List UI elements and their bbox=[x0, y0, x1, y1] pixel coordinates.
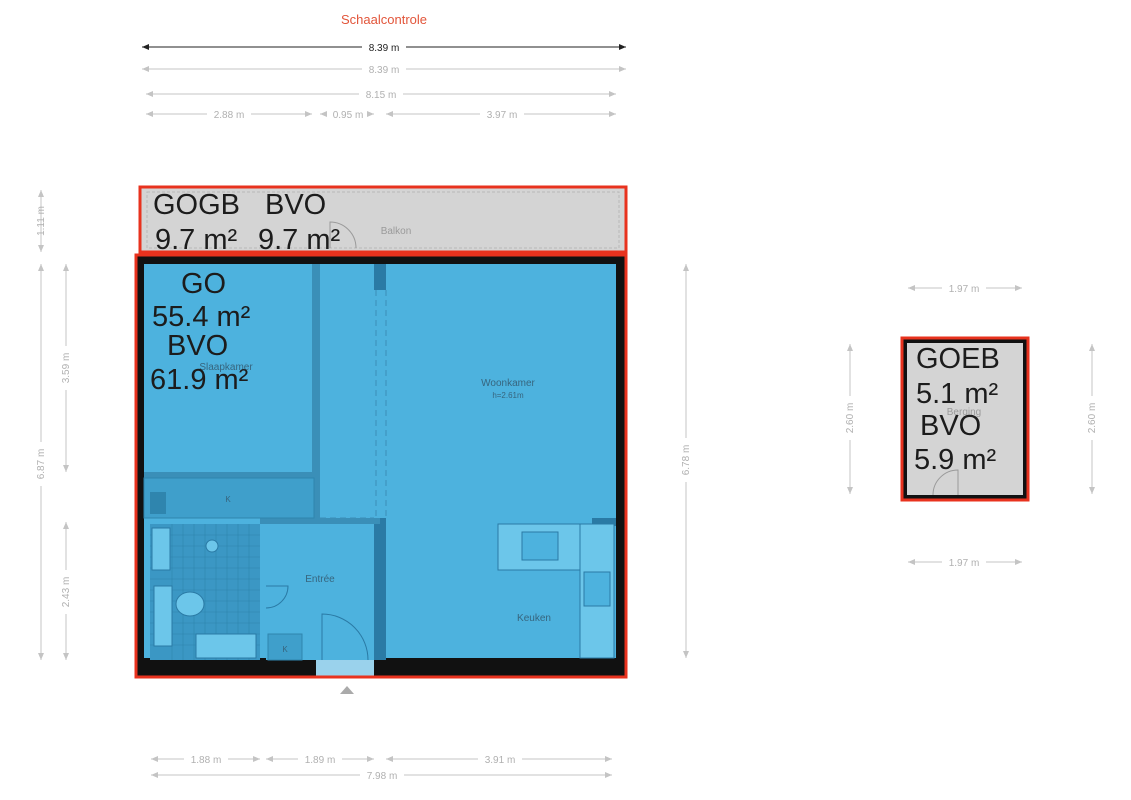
right-dimensions: 6.78 m bbox=[679, 264, 693, 658]
storage-go-value: 5.1 m² bbox=[916, 378, 999, 410]
dim-storage-left: 2.60 m bbox=[845, 403, 856, 434]
room-label-entree: Entrée bbox=[305, 574, 335, 585]
main-bvo-value: 61.9 m² bbox=[150, 364, 249, 396]
dim-top-seg-2: 0.95 m bbox=[333, 110, 364, 121]
main-go-value: 55.4 m² bbox=[152, 301, 251, 333]
room-label-woonkamer: Woonkamer bbox=[481, 378, 535, 389]
dim-top-seg-3: 3.97 m bbox=[487, 110, 518, 121]
left-dimensions: 1.11 m 6.87 m 3.59 m 2.43 m bbox=[34, 190, 73, 660]
balcony-go-value: 9.7 m² bbox=[155, 224, 238, 256]
dim-top-second: 8.39 m bbox=[369, 65, 400, 76]
main-bvo-label: BVO bbox=[167, 330, 229, 362]
balcony-bvo-value: 9.7 m² bbox=[258, 224, 341, 256]
dim-top-third: 8.15 m bbox=[366, 90, 397, 101]
balcony-go-label: GOGB bbox=[153, 189, 241, 221]
dim-top-main: 8.39 m bbox=[369, 43, 400, 54]
dim-top-seg-1: 2.88 m bbox=[214, 110, 245, 121]
dim-right-total: 6.78 m bbox=[681, 445, 692, 476]
bottom-dimensions: 1.88 m 1.89 m 3.91 m 7.98 m bbox=[151, 753, 612, 782]
balcony-bvo-label: BVO bbox=[265, 189, 327, 221]
top-dimensions: 8.39 m 8.39 m 8.15 m 2.88 m 0.95 m 3.97 … bbox=[142, 41, 626, 121]
main-go-label: GO bbox=[181, 268, 227, 300]
room-label-kast-2: K bbox=[282, 645, 288, 654]
dim-left-balcony: 1.11 m bbox=[36, 206, 47, 236]
room-label-keuken: Keuken bbox=[517, 613, 551, 624]
dim-storage-top: 1.97 m bbox=[949, 284, 980, 295]
room-label-kast-1: K bbox=[225, 495, 231, 504]
room-height-woonkamer: h=2.61m bbox=[492, 391, 524, 400]
dim-bottom-seg-2: 1.89 m bbox=[305, 755, 336, 766]
storage-bvo-label: BVO bbox=[920, 410, 982, 442]
dim-bottom-seg-3: 3.91 m bbox=[485, 755, 516, 766]
dim-left-lower: 2.43 m bbox=[61, 577, 72, 608]
storage-bvo-value: 5.9 m² bbox=[914, 444, 997, 476]
room-label-balkon: Balkon bbox=[381, 226, 412, 237]
dim-bottom-seg-1: 1.88 m bbox=[191, 755, 222, 766]
dim-left-upper: 3.59 m bbox=[61, 353, 72, 384]
storage-go-label: GOEB bbox=[916, 343, 1000, 375]
dim-bottom-total: 7.98 m bbox=[367, 771, 398, 782]
dim-storage-bottom: 1.97 m bbox=[949, 558, 980, 569]
dim-left-total: 6.87 m bbox=[36, 449, 47, 480]
dim-storage-right: 2.60 m bbox=[1087, 403, 1098, 434]
